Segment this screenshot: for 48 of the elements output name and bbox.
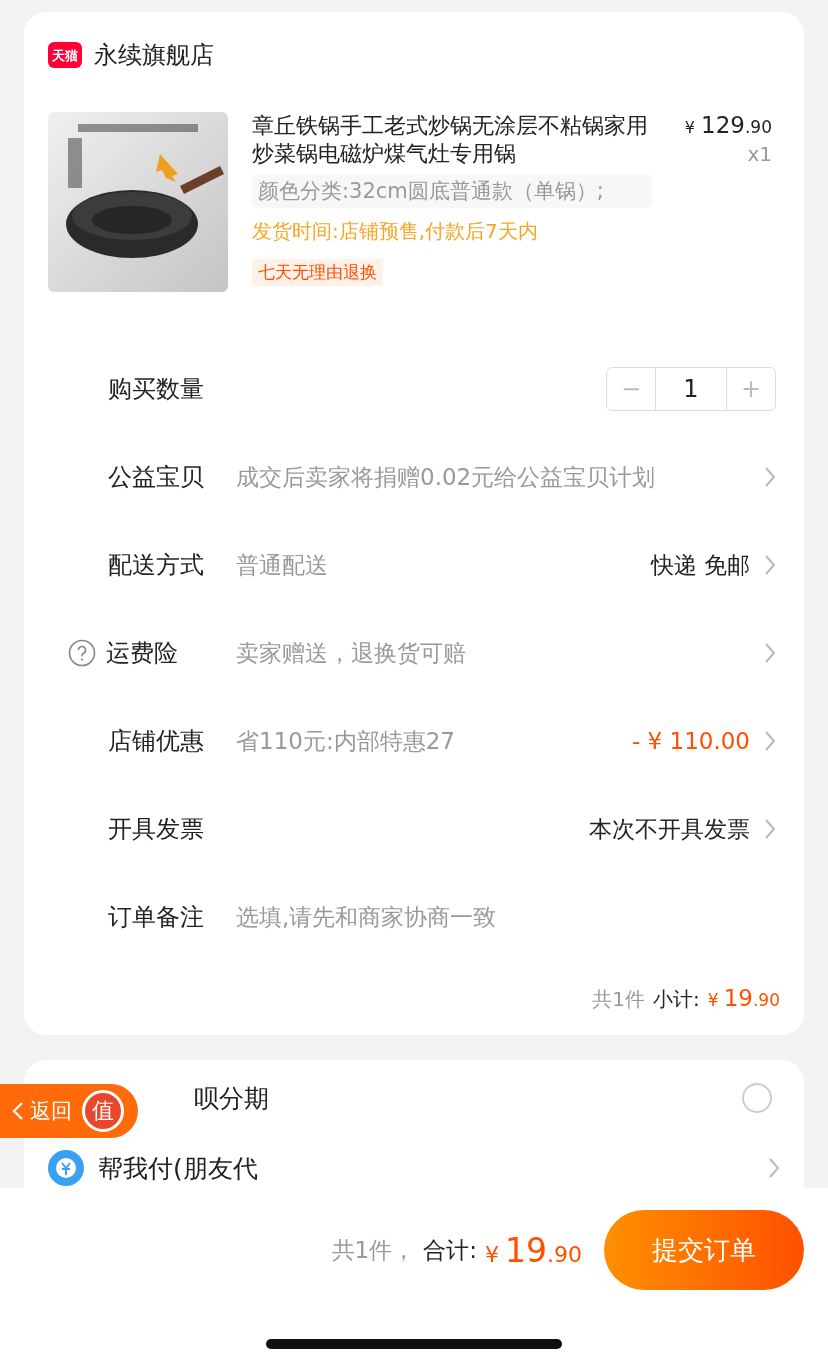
product-spec: 颜色分类:32cm圆底普通款（单锅）; [252, 174, 652, 208]
chevron-icon [764, 642, 776, 664]
row-label: 开具发票 [108, 814, 204, 845]
subtotal-amount: ¥ 19.90 [707, 985, 780, 1011]
option-row[interactable]: 店铺优惠 省110元:内部特惠27 - ¥ 110.00 [48, 697, 780, 785]
row-value: 卖家赠送，退换货可赔 [236, 639, 466, 666]
product-title[interactable]: 章丘铁锅手工老式炒锅无涂层不粘锅家用炒菜锅电磁炉煤气灶专用锅 [252, 112, 652, 168]
row-label: 店铺优惠 [108, 726, 204, 757]
back-icon [12, 1101, 24, 1121]
option-row[interactable]: 开具发票 本次不开具发票 [48, 785, 780, 873]
total-label: 合计: [423, 1235, 477, 1265]
quantity-value: 1 [655, 368, 727, 410]
chevron-icon [764, 466, 776, 488]
row-detail: 快递 免邮 [650, 550, 750, 580]
payment-option-label: 帮我付(朋友代 [98, 1152, 259, 1185]
value-badge: 值 [82, 1090, 124, 1132]
row-detail: 本次不开具发票 [589, 814, 750, 844]
total-amount: ¥ 19.90 [485, 1230, 582, 1270]
row-value: 普通配送 [236, 551, 328, 578]
option-row[interactable]: 公益宝贝 成交后卖家将捐赠0.02元给公益宝贝计划 [48, 433, 780, 521]
product-price: ¥ 129.90 [684, 112, 772, 138]
store-badge: 天猫 [48, 42, 82, 68]
row-detail: - ¥ 110.00 [631, 728, 750, 754]
row-label: 运费险 [106, 638, 178, 669]
product-quantity: x1 [747, 142, 772, 166]
note-field[interactable]: 选填,请先和商家协商一致 [236, 904, 776, 930]
row-label: 订单备注 [108, 902, 204, 933]
help-icon[interactable] [68, 639, 96, 667]
delivery-time: 发货时间:店铺预售,付款后7天内 [252, 218, 538, 245]
row-value: 省110元:内部特惠27 [236, 727, 455, 754]
payment-option-label: 呗分期 [194, 1082, 270, 1115]
return-policy-tag: 七天无理由退换 [252, 259, 383, 286]
chevron-icon [764, 818, 776, 840]
back-button[interactable]: 返回 值 [0, 1084, 138, 1138]
chevron-icon [768, 1157, 780, 1179]
chevron-icon [764, 730, 776, 752]
subtotal-label: 小计: [653, 986, 700, 1013]
row-label: 配送方式 [108, 550, 204, 581]
radio-button[interactable] [742, 1083, 772, 1113]
row-label: 公益宝贝 [108, 462, 204, 493]
option-row[interactable]: 运费险 卖家赠送，退换货可赔 [48, 609, 780, 697]
row-label: 购买数量 [108, 374, 204, 405]
store-name[interactable]: 永续旗舰店 [94, 39, 214, 71]
item-count: 共1件 [592, 986, 646, 1013]
row-value: 成交后卖家将捐赠0.02元给公益宝贝计划 [236, 463, 656, 490]
option-row[interactable]: 配送方式 普通配送 快递 免邮 [48, 521, 780, 609]
chevron-icon [764, 554, 776, 576]
item-count: 共1件， [331, 1235, 416, 1265]
